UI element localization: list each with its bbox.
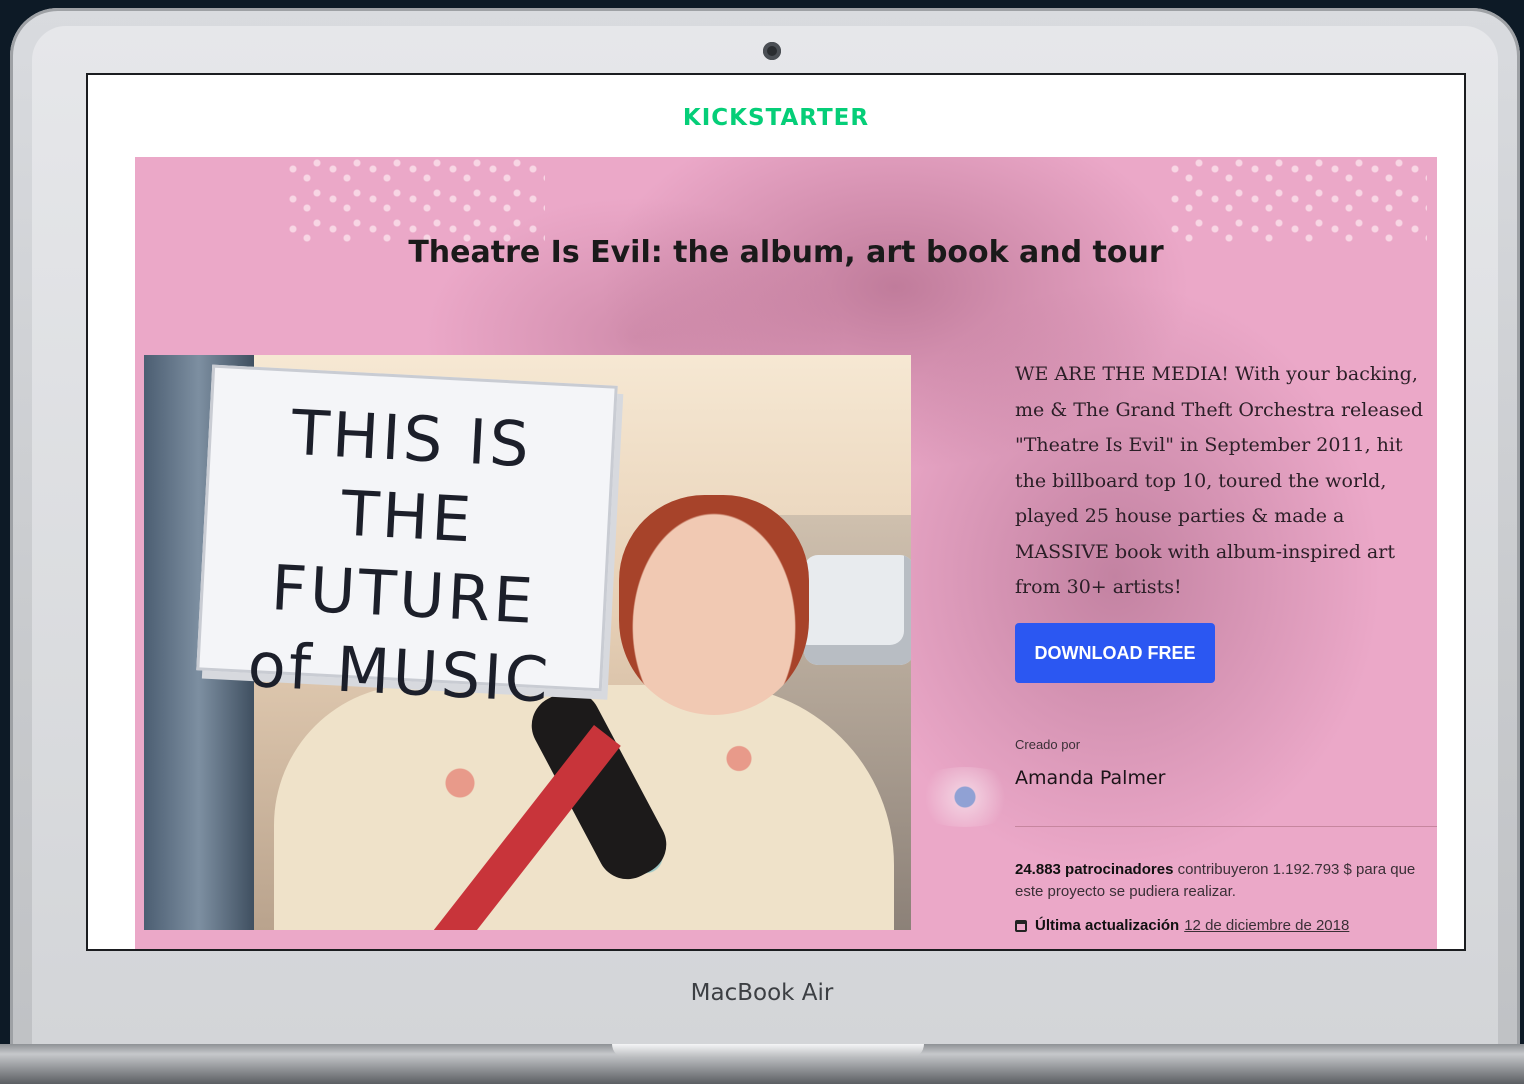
project-video-thumbnail[interactable]: THIS IS THE FUTURE of MUSIC [144, 355, 911, 930]
photo-car [804, 555, 911, 665]
device-label: MacBook Air [690, 980, 834, 1006]
project-blurb: WE ARE THE MEDIA! With your backing, me … [1015, 363, 1424, 598]
photo-person [619, 495, 809, 715]
last-update: Última actualización 12 de diciembre de 2… [1015, 917, 1349, 934]
laptop-hinge-notch [612, 1044, 924, 1058]
browser-screen: KICKSTARTER Theatre Is Evil: the album, … [86, 73, 1466, 951]
photo-sign: THIS IS THE FUTURE of MUSIC [196, 364, 618, 717]
download-free-button[interactable]: DOWNLOAD FREE [1015, 623, 1215, 683]
project-hero: Theatre Is Evil: the album, art book and… [135, 157, 1437, 949]
webcam-icon [763, 42, 781, 60]
created-by-label: Creado por [1015, 737, 1081, 752]
divider [1015, 826, 1437, 827]
backers-count: 24.883 patrocinadores [1015, 861, 1174, 878]
hero-decoration [1167, 157, 1427, 247]
hero-decoration [285, 157, 545, 247]
kickstarter-logo[interactable]: KICKSTARTER [88, 105, 1464, 131]
sign-line: THE FUTURE [269, 476, 538, 638]
project-title: Theatre Is Evil: the album, art book and… [408, 235, 1164, 270]
calendar-icon [1015, 920, 1027, 932]
last-update-date-link[interactable]: 12 de diciembre de 2018 [1184, 917, 1349, 934]
funding-summary: 24.883 patrocinadores contribuyeron 1.19… [1015, 859, 1435, 903]
last-update-label: Última actualización [1035, 917, 1180, 934]
hero-background-eye [905, 767, 1025, 827]
project-info: WE ARE THE MEDIA! With your backing, me … [1015, 357, 1437, 934]
creator-name[interactable]: Amanda Palmer [1015, 767, 1165, 789]
